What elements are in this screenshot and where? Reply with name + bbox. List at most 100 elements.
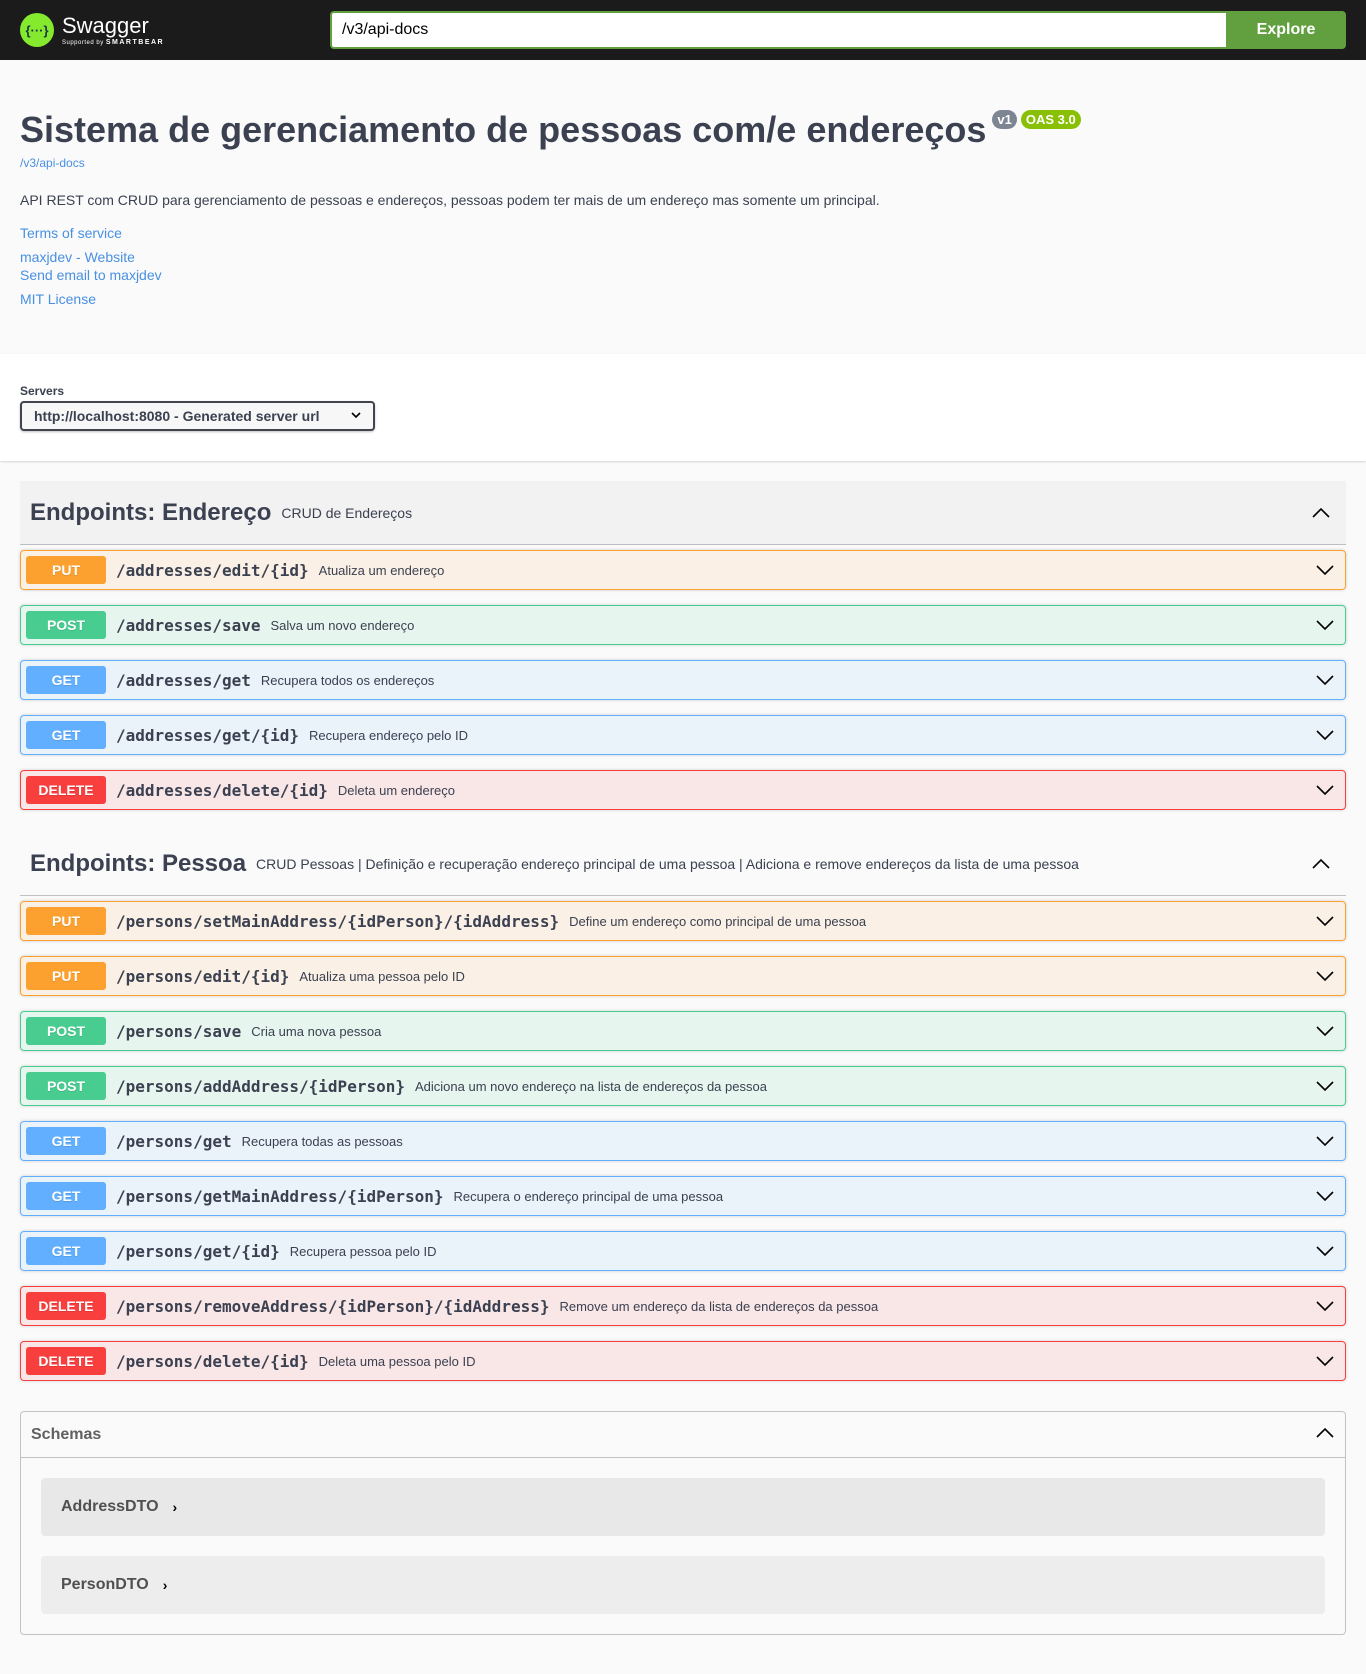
method-badge: POST xyxy=(26,611,106,639)
operation-path: /persons/addAddress/{idPerson} xyxy=(116,1076,405,1096)
swagger-logo-icon: {···} xyxy=(20,13,54,47)
chevron-right-icon[interactable]: › xyxy=(163,1577,168,1593)
method-badge: GET xyxy=(26,1127,106,1155)
operation-row[interactable]: DELETE /persons/removeAddress/{idPerson}… xyxy=(20,1286,1346,1326)
operation-path: /persons/edit/{id} xyxy=(116,966,290,986)
servers-label: Servers xyxy=(20,384,65,398)
schemas-title: Schemas xyxy=(31,1425,102,1443)
website-link[interactable]: maxjdev - Website xyxy=(20,248,1346,266)
brand-sub-prefix: Supported by xyxy=(62,39,104,46)
operation-path: /persons/setMainAddress/{idPerson}/{idAd… xyxy=(116,911,560,931)
swagger-logo[interactable]: {···} Swagger Supported by SMARTBEAR xyxy=(20,13,330,47)
method-badge: PUT xyxy=(26,962,106,990)
operation-row[interactable]: PUT /persons/edit/{id} Atualiza uma pess… xyxy=(20,956,1346,996)
tag-section: Endpoints: Endereço CRUD de Endereços PU… xyxy=(20,481,1346,810)
spec-link[interactable]: /v3/api-docs xyxy=(20,156,1346,170)
method-badge: GET xyxy=(26,1237,106,1265)
operation-path: /persons/removeAddress/{idPerson}/{idAdd… xyxy=(116,1296,550,1316)
method-badge: POST xyxy=(26,1017,106,1045)
chevron-down-icon[interactable] xyxy=(1310,1025,1340,1037)
operation-row[interactable]: POST /addresses/save Salva um novo ender… xyxy=(20,605,1346,645)
operation-row[interactable]: DELETE /persons/delete/{id} Deleta uma p… xyxy=(20,1341,1346,1381)
chevron-down-icon[interactable] xyxy=(1310,970,1340,982)
schema-item[interactable]: AddressDTO › xyxy=(41,1478,1325,1536)
chevron-up-icon[interactable] xyxy=(1315,1426,1335,1444)
operation-summary: Define um endereço como principal de uma… xyxy=(569,913,867,929)
operation-path: /addresses/get/{id} xyxy=(116,725,300,745)
terms-of-service-link[interactable]: Terms of service xyxy=(20,224,1346,242)
spec-url-input[interactable] xyxy=(330,11,1226,49)
email-link[interactable]: Send email to maxjdev xyxy=(20,266,1346,284)
operation-row[interactable]: PUT /persons/setMainAddress/{idPerson}/{… xyxy=(20,901,1346,941)
chevron-down-icon[interactable] xyxy=(1310,1245,1340,1257)
chevron-down-icon[interactable] xyxy=(1310,1135,1340,1147)
operation-path: /persons/delete/{id} xyxy=(116,1351,309,1371)
chevron-down-icon[interactable] xyxy=(1310,674,1340,686)
operation-row[interactable]: GET /persons/getMainAddress/{idPerson} R… xyxy=(20,1176,1346,1216)
api-description: API REST com CRUD para gerenciamento de … xyxy=(20,192,880,208)
tag-header[interactable]: Endpoints: Pessoa CRUD Pessoas | Definiç… xyxy=(20,832,1346,896)
chevron-right-icon[interactable]: › xyxy=(173,1499,178,1515)
version-badge: v1 xyxy=(992,110,1017,129)
operation-row[interactable]: PUT /addresses/edit/{id} Atualiza um end… xyxy=(20,550,1346,590)
operation-summary: Atualiza uma pessoa pelo ID xyxy=(299,968,465,984)
tag-header[interactable]: Endpoints: Endereço CRUD de Endereços xyxy=(20,481,1346,545)
chevron-up-icon[interactable] xyxy=(1306,849,1336,879)
chevron-down-icon[interactable] xyxy=(1310,564,1340,576)
chevron-up-icon[interactable] xyxy=(1306,498,1336,528)
method-badge: DELETE xyxy=(26,776,106,804)
brand-subtitle: Supported by SMARTBEAR xyxy=(62,39,164,46)
operations-list: PUT /persons/setMainAddress/{idPerson}/{… xyxy=(20,896,1346,1381)
brand-name: Swagger xyxy=(62,12,149,38)
method-badge: PUT xyxy=(26,907,106,935)
operation-row[interactable]: GET /persons/get Recupera todas as pesso… xyxy=(20,1121,1346,1161)
operation-summary: Recupera todos os endereços xyxy=(260,672,435,688)
operation-path: /persons/save xyxy=(116,1021,242,1041)
operation-path: /addresses/delete/{id} xyxy=(116,780,328,800)
license-link[interactable]: MIT License xyxy=(20,290,1346,308)
chevron-down-icon[interactable] xyxy=(1310,1355,1340,1367)
server-select-value: http://localhost:8080 - Generated server… xyxy=(34,408,320,424)
server-select[interactable]: http://localhost:8080 - Generated server… xyxy=(20,401,375,431)
operation-summary: Salva um novo endereço xyxy=(270,617,415,633)
operation-summary: Recupera todas as pessoas xyxy=(241,1133,403,1149)
topbar: {···} Swagger Supported by SMARTBEAR Exp… xyxy=(0,0,1366,60)
method-badge: GET xyxy=(26,666,106,694)
method-badge: DELETE xyxy=(26,1292,106,1320)
method-badge: GET xyxy=(26,721,106,749)
method-badge: PUT xyxy=(26,556,106,584)
operation-row[interactable]: GET /addresses/get/{id} Recupera endereç… xyxy=(20,715,1346,755)
operations-list: PUT /addresses/edit/{id} Atualiza um end… xyxy=(20,545,1346,810)
operation-summary: Recupera endereço pelo ID xyxy=(309,727,469,743)
operation-summary: Remove um endereço da lista de endereços… xyxy=(559,1298,879,1314)
chevron-down-icon[interactable] xyxy=(1310,784,1340,796)
tag-description: CRUD Pessoas | Definição e recuperação e… xyxy=(256,855,1079,872)
explore-button[interactable]: Explore xyxy=(1226,11,1346,49)
schema-item[interactable]: PersonDTO › xyxy=(41,1556,1325,1614)
operation-path: /persons/get/{id} xyxy=(116,1241,280,1261)
chevron-down-icon[interactable] xyxy=(1310,619,1340,631)
schemas-header[interactable]: Schemas xyxy=(21,1412,1345,1458)
schemas-section: Schemas AddressDTO › PersonDTO › xyxy=(20,1411,1346,1635)
chevron-down-icon[interactable] xyxy=(1310,915,1340,927)
oas-badge: OAS 3.0 xyxy=(1020,110,1081,129)
tag-section: Endpoints: Pessoa CRUD Pessoas | Definiç… xyxy=(20,832,1346,1381)
method-badge: DELETE xyxy=(26,1347,106,1375)
operation-row[interactable]: GET /addresses/get Recupera todos os end… xyxy=(20,660,1346,700)
chevron-down-icon[interactable] xyxy=(1310,1190,1340,1202)
brand-sub-company: SMARTBEAR xyxy=(105,38,165,46)
operation-path: /persons/getMainAddress/{idPerson} xyxy=(116,1186,444,1206)
operation-summary: Cria uma nova pessoa xyxy=(251,1023,382,1039)
operation-row[interactable]: POST /persons/save Cria uma nova pessoa xyxy=(20,1011,1346,1051)
chevron-down-icon[interactable] xyxy=(1310,1300,1340,1312)
operation-summary: Deleta um endereço xyxy=(337,782,455,798)
operation-row[interactable]: GET /persons/get/{id} Recupera pessoa pe… xyxy=(20,1231,1346,1271)
operation-row[interactable]: POST /persons/addAddress/{idPerson} Adic… xyxy=(20,1066,1346,1106)
chevron-down-icon[interactable] xyxy=(1310,1080,1340,1092)
operation-path: /persons/get xyxy=(116,1131,232,1151)
operation-row[interactable]: DELETE /addresses/delete/{id} Deleta um … xyxy=(20,770,1346,810)
chevron-down-icon[interactable] xyxy=(1310,729,1340,741)
schema-name: PersonDTO xyxy=(61,1576,149,1593)
operation-summary: Deleta uma pessoa pelo ID xyxy=(318,1353,476,1369)
operation-summary: Adiciona um novo endereço na lista de en… xyxy=(414,1078,767,1094)
